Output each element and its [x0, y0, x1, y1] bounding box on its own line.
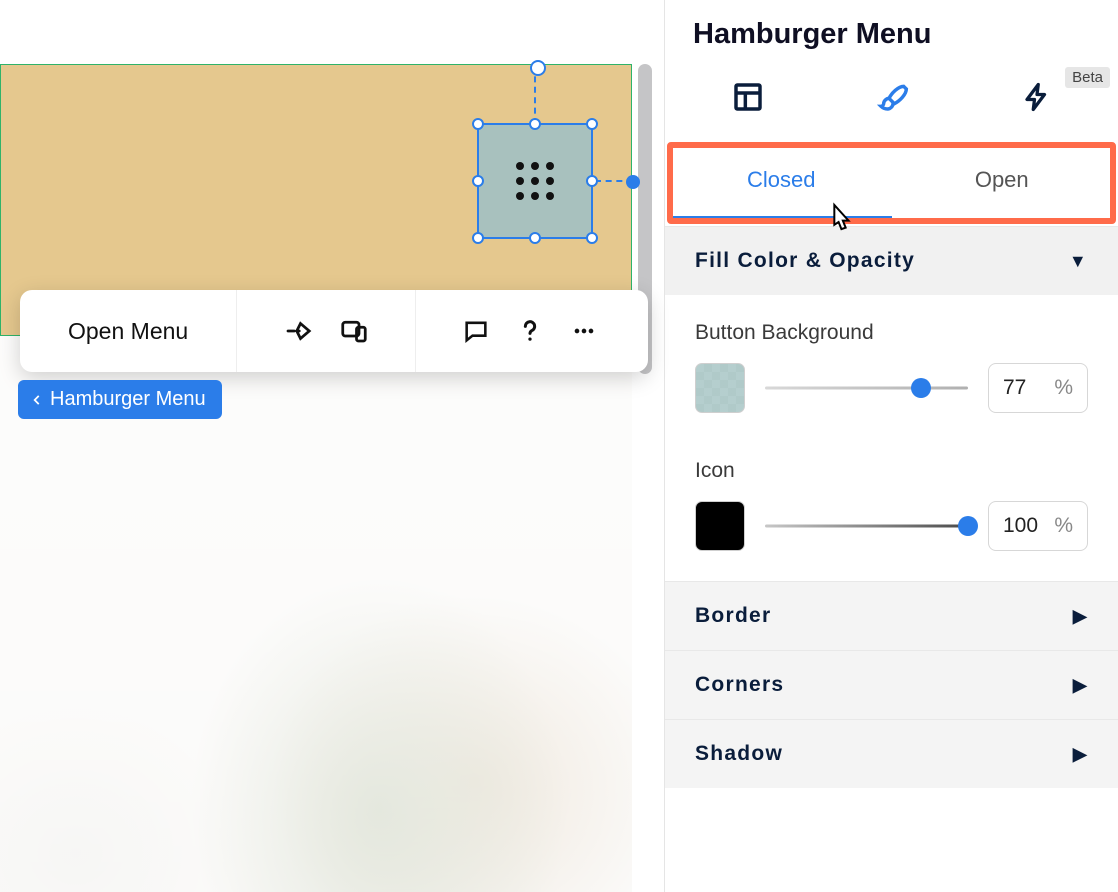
- breadcrumb-chip[interactable]: Hamburger Menu: [18, 380, 222, 419]
- animate-icon[interactable]: [283, 316, 313, 346]
- section-shadow: Shadow ▶: [665, 719, 1118, 788]
- section-border-title: Border: [695, 604, 771, 628]
- section-fill-header[interactable]: Fill Color & Opacity ▼: [665, 227, 1118, 295]
- chevron-right-icon: ▶: [1073, 675, 1088, 696]
- resize-handle-bottom-left[interactable]: [472, 232, 484, 244]
- open-menu-label: Open Menu: [42, 318, 214, 345]
- tab-closed[interactable]: Closed: [671, 144, 892, 220]
- design-side-panel: Hamburger Menu Beta Closed Open Fill: [664, 0, 1118, 892]
- resize-handle-left[interactable]: [472, 175, 484, 187]
- section-shadow-header[interactable]: Shadow ▶: [665, 720, 1118, 788]
- open-menu-button[interactable]: Open Menu: [20, 290, 237, 372]
- bolt-icon[interactable]: [1022, 82, 1052, 117]
- layout-icon[interactable]: [732, 81, 764, 118]
- tab-open[interactable]: Open: [892, 144, 1113, 220]
- section-border: Border ▶: [665, 581, 1118, 650]
- chevron-down-icon: ▼: [1069, 251, 1088, 272]
- design-canvas[interactable]: Open Menu: [0, 0, 664, 892]
- section-fill-color-opacity: Fill Color & Opacity ▼ Button Background…: [665, 226, 1118, 581]
- panel-title: Hamburger Menu: [665, 0, 1118, 61]
- section-shadow-title: Shadow: [695, 742, 783, 766]
- section-corners-title: Corners: [695, 673, 784, 697]
- button-background-swatch[interactable]: [695, 363, 745, 413]
- beta-badge: Beta: [1065, 67, 1110, 88]
- hamburger-dots-icon: [516, 162, 554, 200]
- resize-handle-right[interactable]: [586, 175, 598, 187]
- resize-handle-top-left[interactable]: [472, 118, 484, 130]
- icon-color-label: Icon: [695, 459, 1088, 483]
- comment-icon[interactable]: [462, 317, 490, 345]
- pointer-cursor-icon: [823, 202, 857, 242]
- button-background-opacity-slider[interactable]: [765, 386, 968, 390]
- icon-opacity-input[interactable]: 100 %: [988, 501, 1088, 551]
- icon-opacity-value: 100: [1003, 514, 1046, 538]
- devices-icon[interactable]: [339, 316, 369, 346]
- selection-guide-right: [595, 180, 633, 182]
- brush-icon[interactable]: [877, 81, 909, 118]
- button-background-opacity-value: 77: [1003, 376, 1046, 400]
- chevron-right-icon: ▶: [1073, 606, 1088, 627]
- resize-handle-top[interactable]: [529, 118, 541, 130]
- button-background-opacity-input[interactable]: 77 %: [988, 363, 1088, 413]
- icon-color-swatch[interactable]: [695, 501, 745, 551]
- element-floating-toolbar: Open Menu: [20, 290, 648, 372]
- tab-closed-label: Closed: [747, 167, 815, 193]
- icon-opacity-slider[interactable]: [765, 524, 968, 528]
- tab-open-label: Open: [975, 167, 1029, 193]
- resize-handle-top-right[interactable]: [586, 118, 598, 130]
- section-corners-header[interactable]: Corners ▶: [665, 651, 1118, 719]
- selected-element-hamburger-menu[interactable]: [477, 123, 593, 239]
- more-icon[interactable]: [570, 317, 598, 345]
- breadcrumb-label: Hamburger Menu: [50, 388, 206, 411]
- section-corners: Corners ▶: [665, 650, 1118, 719]
- help-icon[interactable]: [516, 317, 544, 345]
- button-background-label: Button Background: [695, 321, 1088, 345]
- selection-guide-top: [534, 66, 536, 124]
- section-border-header[interactable]: Border ▶: [665, 582, 1118, 650]
- section-fill-title: Fill Color & Opacity: [695, 249, 915, 273]
- chevron-right-icon: ▶: [1073, 744, 1088, 765]
- resize-handle-bottom[interactable]: [529, 232, 541, 244]
- panel-mode-tabs: Beta: [665, 61, 1118, 144]
- resize-handle-bottom-right[interactable]: [586, 232, 598, 244]
- percent-unit: %: [1054, 376, 1073, 400]
- percent-unit: %: [1054, 514, 1073, 538]
- chevron-left-icon: [30, 393, 44, 407]
- state-tabs-container: Closed Open: [665, 144, 1118, 226]
- stage-background-image: [0, 336, 632, 892]
